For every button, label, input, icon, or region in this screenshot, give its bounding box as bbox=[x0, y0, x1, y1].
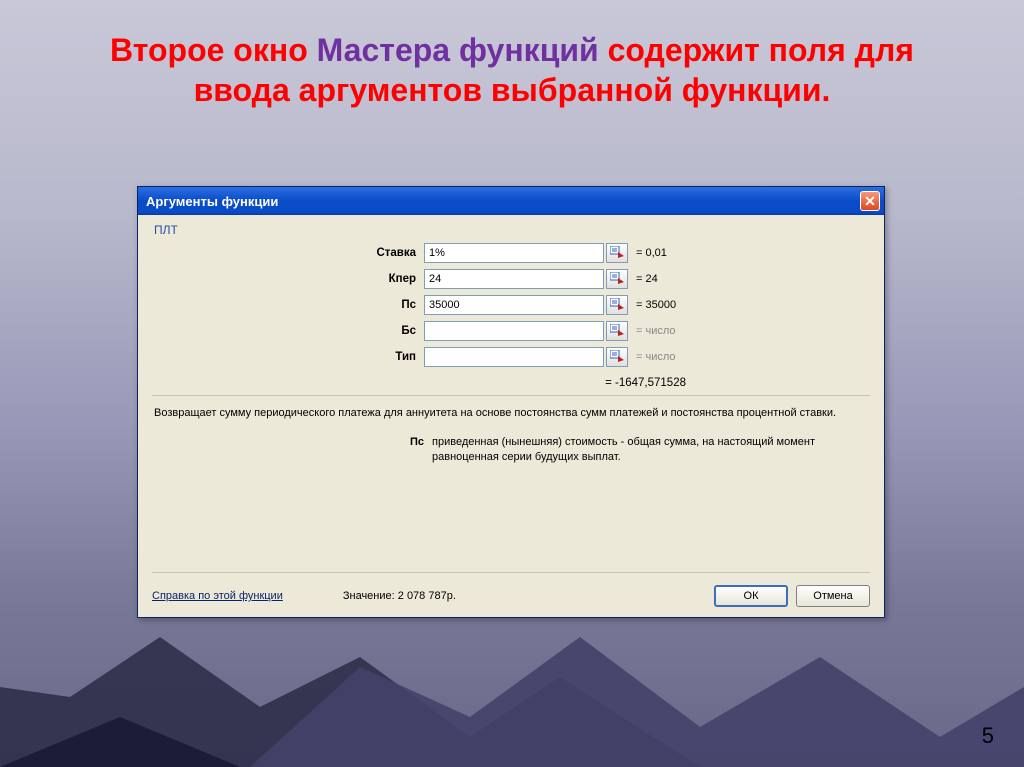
argument-label: Тип bbox=[152, 351, 424, 363]
range-selector-icon bbox=[610, 350, 624, 365]
argument-row: Бс = число bbox=[152, 321, 870, 341]
range-selector-icon bbox=[610, 246, 624, 261]
mountain-decoration bbox=[0, 597, 1024, 767]
function-name: ПЛТ bbox=[152, 221, 870, 243]
argument-row: Пс = 35000 bbox=[152, 295, 870, 315]
range-selector-button[interactable] bbox=[606, 243, 628, 263]
overall-result: = -1647,571528 bbox=[152, 373, 870, 395]
help-link[interactable]: Справка по этой функции bbox=[152, 590, 283, 602]
argument-input-бс[interactable] bbox=[424, 321, 604, 341]
argument-evaluated: = число bbox=[636, 351, 676, 363]
ok-button[interactable]: ОК bbox=[714, 585, 788, 607]
heading-pre: Второе окно bbox=[110, 32, 317, 68]
range-selector-button[interactable] bbox=[606, 269, 628, 289]
page-number: 5 bbox=[982, 723, 994, 749]
value-text: Значение: 2 078 787р. bbox=[343, 590, 706, 602]
range-selector-icon bbox=[610, 272, 624, 287]
argument-input-ставка[interactable] bbox=[424, 243, 604, 263]
range-selector-button[interactable] bbox=[606, 295, 628, 315]
param-text: приведенная (нынешняя) стоимость - общая… bbox=[432, 435, 860, 465]
argument-evaluated: = 35000 bbox=[636, 299, 676, 311]
description-block: Возвращает сумму периодического платежа … bbox=[152, 395, 870, 465]
range-selector-button[interactable] bbox=[606, 321, 628, 341]
value-label: Значение: bbox=[343, 590, 395, 602]
slide: Второе окно Мастера функций содержит пол… bbox=[0, 0, 1024, 767]
argument-row: Кпер = 24 bbox=[152, 269, 870, 289]
param-label: Пс bbox=[152, 435, 432, 465]
description-main: Возвращает сумму периодического платежа … bbox=[152, 406, 870, 435]
heading-emph: Мастера функций bbox=[317, 32, 599, 68]
parameter-description: Пс приведенная (нынешняя) стоимость - об… bbox=[152, 435, 870, 465]
argument-label: Ставка bbox=[152, 247, 424, 259]
dialog-title: Аргументы функции bbox=[146, 194, 278, 209]
argument-row: Ставка = 0,01 bbox=[152, 243, 870, 263]
dialog-titlebar[interactable]: Аргументы функции ✕ bbox=[138, 187, 884, 215]
argument-label: Пс bbox=[152, 299, 424, 311]
range-selector-button[interactable] bbox=[606, 347, 628, 367]
argument-label: Бс bbox=[152, 325, 424, 337]
close-icon: ✕ bbox=[864, 194, 876, 208]
argument-evaluated: = число bbox=[636, 325, 676, 337]
close-button[interactable]: ✕ bbox=[860, 191, 880, 211]
arguments-list: Ставка= 0,01Кпер= 24Пс= 35000Бс= числоТи… bbox=[152, 243, 870, 367]
argument-evaluated: = 24 bbox=[636, 273, 658, 285]
argument-label: Кпер bbox=[152, 273, 424, 285]
range-selector-icon bbox=[610, 298, 624, 313]
argument-row: Тип = число bbox=[152, 347, 870, 367]
dialog-body: ПЛТ Ставка = 0,01 Кпер = 24 Пс = 35000 Бс = чис… bbox=[138, 215, 884, 617]
slide-heading: Второе окно Мастера функций содержит пол… bbox=[0, 0, 1024, 110]
argument-input-тип[interactable] bbox=[424, 347, 604, 367]
range-selector-icon bbox=[610, 324, 624, 339]
cancel-button[interactable]: Отмена bbox=[796, 585, 870, 607]
argument-evaluated: = 0,01 bbox=[636, 247, 667, 259]
value-amount: 2 078 787р. bbox=[398, 590, 456, 602]
argument-input-пс[interactable] bbox=[424, 295, 604, 315]
argument-input-кпер[interactable] bbox=[424, 269, 604, 289]
dialog-footer: Справка по этой функции Значение: 2 078 … bbox=[152, 572, 870, 607]
function-arguments-dialog: Аргументы функции ✕ ПЛТ Ставка = 0,01 Кпер… bbox=[137, 186, 885, 618]
